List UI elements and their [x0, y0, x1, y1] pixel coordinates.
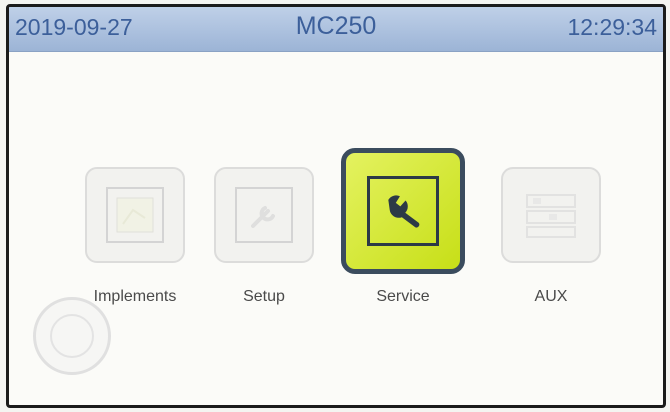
- home-button[interactable]: [33, 297, 111, 375]
- implements-button[interactable]: [85, 167, 185, 263]
- service-label: Service: [376, 288, 430, 305]
- wrench-icon: [235, 187, 293, 243]
- aux-label: AUX: [534, 288, 568, 305]
- home-icon: [50, 314, 94, 358]
- implements-icon: [106, 187, 164, 243]
- display-screen: 2019-09-27 MC250 12:29:34 Implements Set…: [6, 4, 666, 408]
- aux-icon: [522, 187, 580, 243]
- service-button[interactable]: [341, 148, 465, 274]
- wrench-icon: [367, 176, 439, 246]
- status-bar: 2019-09-27 MC250 12:29:34: [9, 7, 663, 52]
- setup-label: Setup: [243, 288, 285, 305]
- clock-display: 12:29:34: [567, 14, 657, 40]
- setup-button[interactable]: [214, 167, 314, 263]
- aux-button[interactable]: [501, 167, 601, 263]
- device-title: MC250: [295, 12, 377, 40]
